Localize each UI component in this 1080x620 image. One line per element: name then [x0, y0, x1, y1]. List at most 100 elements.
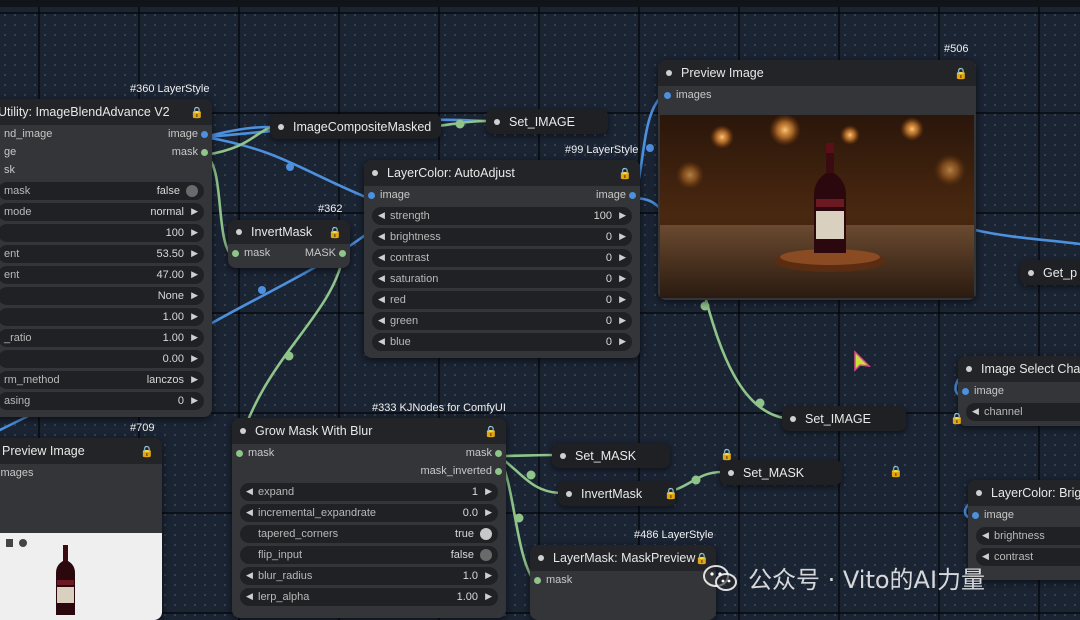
- lock-icon[interactable]: 🔒: [618, 167, 632, 180]
- node-layercolor-autoadjust[interactable]: LayerColor: AutoAdjust 🔒 image image ◀ st…: [364, 160, 640, 358]
- lock-icon[interactable]: 🔒: [140, 445, 154, 458]
- arrow-left-icon[interactable]: ◀: [378, 231, 385, 242]
- input-socket-image[interactable]: [368, 192, 375, 199]
- arrow-left-icon[interactable]: ◀: [972, 406, 979, 417]
- widget-brightness[interactable]: ◀ brightness: [976, 527, 1080, 545]
- input-socket-image[interactable]: [962, 388, 969, 395]
- node-title-bar[interactable]: LayerColor: Brig: [968, 480, 1080, 506]
- widget-brightness[interactable]: ◀ brightness 0 ▶: [372, 228, 632, 246]
- node-title-bar[interactable]: Utility: ImageBlendAdvance V2 🔒: [0, 99, 212, 125]
- widget-incremental-expandrate[interactable]: ◀ incremental_expandrate 0.0 ▶: [240, 504, 498, 522]
- node-set-image-mid[interactable]: Set_IMAGE: [782, 406, 906, 431]
- arrow-right-icon[interactable]: ▶: [191, 206, 198, 217]
- arrow-left-icon[interactable]: ◀: [378, 273, 385, 284]
- arrow-right-icon[interactable]: ▶: [191, 353, 198, 364]
- node-preview-image-main[interactable]: Preview Image 🔒 images: [658, 60, 976, 300]
- arrow-left-icon[interactable]: ◀: [246, 507, 253, 518]
- arrow-right-icon[interactable]: ▶: [191, 395, 198, 406]
- arrow-left-icon[interactable]: ◀: [378, 210, 385, 221]
- widget-red[interactable]: ◀ red 0 ▶: [372, 291, 632, 309]
- node-invert-mask-chip[interactable]: InvertMask: [558, 481, 676, 506]
- arrow-left-icon[interactable]: ◀: [378, 252, 385, 263]
- widget-x-percent[interactable]: ent 53.50 ▶: [0, 245, 204, 263]
- widget-blue[interactable]: ◀ blue 0 ▶: [372, 333, 632, 351]
- widget-expand[interactable]: ◀ expand 1 ▶: [240, 483, 498, 501]
- arrow-right-icon[interactable]: ▶: [619, 252, 626, 263]
- lock-icon[interactable]: 🔒: [889, 465, 903, 478]
- widget-transform-method[interactable]: rm_method lanczos ▶: [0, 371, 204, 389]
- arrow-right-icon[interactable]: ▶: [619, 231, 626, 242]
- input-socket-mask[interactable]: [232, 250, 239, 257]
- widget-blur-radius[interactable]: ◀ blur_radius 1.0 ▶: [240, 567, 498, 585]
- lock-icon[interactable]: 🔒: [950, 412, 964, 425]
- widget-y-percent[interactable]: ent 47.00 ▶: [0, 266, 204, 284]
- node-grow-mask-with-blur[interactable]: Grow Mask With Blur 🔒 mask mask mask_inv…: [232, 418, 506, 618]
- node-title-bar[interactable]: LayerColor: AutoAdjust 🔒: [364, 160, 640, 186]
- input-socket-mask[interactable]: [236, 450, 243, 457]
- widget-flip-input[interactable]: flip_input false: [240, 546, 498, 564]
- arrow-right-icon[interactable]: ▶: [191, 269, 198, 280]
- arrow-right-icon[interactable]: ▶: [191, 311, 198, 322]
- arrow-right-icon[interactable]: ▶: [619, 336, 626, 347]
- widget-channel[interactable]: ◀ channel: [966, 403, 1080, 421]
- widget-green[interactable]: ◀ green 0 ▶: [372, 312, 632, 330]
- widget-lerp-alpha[interactable]: ◀ lerp_alpha 1.00 ▶: [240, 588, 498, 606]
- arrow-right-icon[interactable]: ▶: [485, 507, 492, 518]
- arrow-left-icon[interactable]: ◀: [378, 315, 385, 326]
- preview-photo-wine-bottle[interactable]: [660, 115, 974, 298]
- output-socket-image[interactable]: [629, 192, 636, 199]
- node-set-image-top[interactable]: Set_IMAGE: [486, 109, 608, 134]
- widget-aspect-ratio[interactable]: _ratio 1.00 ▶: [0, 329, 204, 347]
- arrow-right-icon[interactable]: ▶: [485, 591, 492, 602]
- toggle-knob[interactable]: [480, 528, 492, 540]
- node-set-mask-2[interactable]: Set_MASK: [720, 460, 842, 485]
- lock-icon[interactable]: 🔒: [720, 448, 734, 461]
- arrow-right-icon[interactable]: ▶: [191, 332, 198, 343]
- arrow-right-icon[interactable]: ▶: [191, 374, 198, 385]
- lock-icon[interactable]: 🔒: [954, 67, 968, 80]
- arrow-right-icon[interactable]: ▶: [619, 210, 626, 221]
- node-image-blend-advance[interactable]: Utility: ImageBlendAdvance V2 🔒 nd_image…: [0, 99, 212, 417]
- output-socket-mask[interactable]: [339, 250, 346, 257]
- widget-mode[interactable]: mode normal ▶: [0, 203, 204, 221]
- arrow-right-icon[interactable]: ▶: [485, 486, 492, 497]
- lock-icon[interactable]: 🔒: [328, 226, 342, 239]
- arrow-left-icon[interactable]: ◀: [246, 570, 253, 581]
- arrow-left-icon[interactable]: ◀: [246, 591, 253, 602]
- arrow-right-icon[interactable]: ▶: [191, 227, 198, 238]
- lock-icon[interactable]: 🔒: [664, 487, 678, 500]
- widget-tapered-corners[interactable]: tapered_corners true: [240, 525, 498, 543]
- lock-icon[interactable]: 🔒: [190, 106, 204, 119]
- input-socket-mask[interactable]: [534, 577, 541, 584]
- widget-saturation[interactable]: ◀ saturation 0 ▶: [372, 270, 632, 288]
- widget-anti-aliasing[interactable]: asing 0 ▶: [0, 392, 204, 410]
- node-invert-mask[interactable]: InvertMask 🔒 mask MASK: [228, 220, 350, 268]
- output-socket-image[interactable]: [201, 131, 208, 138]
- arrow-right-icon[interactable]: ▶: [619, 315, 626, 326]
- arrow-right-icon[interactable]: ▶: [191, 248, 198, 259]
- widget-mask-toggle[interactable]: mask false: [0, 182, 204, 200]
- arrow-left-icon[interactable]: ◀: [378, 336, 385, 347]
- arrow-left-icon[interactable]: ◀: [982, 530, 989, 541]
- output-socket-mask-inverted[interactable]: [495, 468, 502, 475]
- arrow-right-icon[interactable]: ▶: [619, 294, 626, 305]
- widget-contrast[interactable]: ◀ contrast 0 ▶: [372, 249, 632, 267]
- widget-contrast[interactable]: ◀ contrast: [976, 548, 1080, 566]
- node-get-p[interactable]: Get_p: [1020, 260, 1080, 285]
- output-socket-mask[interactable]: [201, 149, 208, 156]
- widget-mirror[interactable]: None ▶: [0, 287, 204, 305]
- widget-scale[interactable]: 1.00 ▶: [0, 308, 204, 326]
- arrow-right-icon[interactable]: ▶: [619, 273, 626, 284]
- arrow-right-icon[interactable]: ▶: [191, 290, 198, 301]
- preview-photo-small[interactable]: [0, 533, 162, 620]
- toggle-knob[interactable]: [186, 185, 198, 197]
- node-set-mask-1[interactable]: Set_MASK: [552, 443, 670, 468]
- node-layermask-maskpreview[interactable]: LayerMask: MaskPreview 🔒 mask: [530, 545, 716, 620]
- widget-strength[interactable]: ◀ strength 100 ▶: [372, 207, 632, 225]
- node-title-bar[interactable]: Grow Mask With Blur 🔒: [232, 418, 506, 444]
- arrow-left-icon[interactable]: ◀: [246, 486, 253, 497]
- input-socket-image[interactable]: [972, 512, 979, 519]
- lock-icon[interactable]: 🔒: [484, 425, 498, 438]
- arrow-right-icon[interactable]: ▶: [485, 570, 492, 581]
- node-image-select-channel[interactable]: Image Select Cha image ◀ channel: [958, 356, 1080, 426]
